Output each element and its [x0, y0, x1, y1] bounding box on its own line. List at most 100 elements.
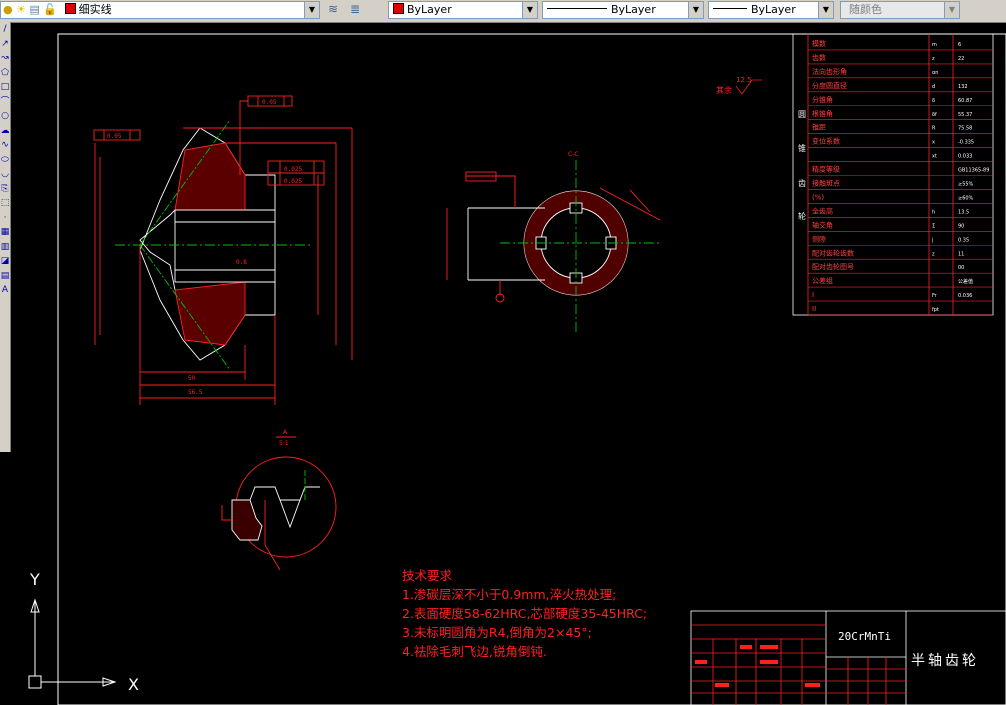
layer-previous-icon[interactable]: ≣ [346, 2, 364, 19]
gear-table-value: 6 [958, 42, 961, 48]
layer-dropdown[interactable]: ● ☀ ▤ 🔓 细实线 ▼ [0, 1, 320, 19]
lock-icon[interactable]: 🔓 [43, 3, 57, 16]
gear-table-symbol: R [932, 126, 936, 132]
gear-table-value: -0.335 [958, 140, 974, 146]
construction-line-icon[interactable]: ↗ [0, 37, 10, 52]
chevron-down-icon[interactable]: ▼ [522, 2, 537, 18]
gear-table-name: I [812, 291, 814, 299]
gear-table-name: 根锥角 [812, 109, 833, 118]
gear-table-name: 侧隙 [812, 234, 826, 243]
svg-text:0.8: 0.8 [236, 259, 247, 266]
tech-req-item-4: 4.祛除毛刺飞边,锐角倒钝. [402, 644, 547, 659]
gear-table-symbol: Σ [932, 223, 935, 229]
region-icon[interactable]: ◪ [0, 254, 10, 269]
polyline-icon[interactable]: ↝ [0, 51, 10, 66]
gear-table-name: 法向齿形角 [812, 67, 847, 76]
title-block: 20CrMnTi 半轴齿轮 [690, 610, 1006, 705]
layer-color-swatch [64, 3, 76, 14]
roughness-value: 12.5 [736, 76, 752, 84]
gear-table-value: 55.37 [958, 112, 972, 118]
hatch-icon[interactable]: ▦ [0, 225, 10, 240]
gear-table-name: 模数 [812, 39, 826, 48]
ellipse-arc-icon[interactable]: ◡ [0, 167, 10, 182]
gradient-icon[interactable]: ▥ [0, 240, 10, 255]
make-layer-current-icon[interactable]: ≋ [324, 2, 342, 19]
part-name: 半轴齿轮 [911, 653, 979, 669]
arc-icon[interactable]: ⌒ [0, 95, 10, 110]
gear-table-name: 公差组 [812, 276, 833, 285]
gear-table-value: 13.5 [958, 209, 969, 215]
lightbulb-icon[interactable]: ● [3, 3, 13, 16]
chevron-down-icon[interactable]: ▼ [944, 2, 959, 18]
linetype-value: ByLayer [611, 3, 656, 16]
layer-name: 细实线 [78, 3, 112, 16]
revision-cloud-icon[interactable]: ☁ [0, 124, 10, 139]
gear-table-name: II [812, 305, 816, 313]
properties-toolbar: ● ☀ ▤ 🔓 细实线 ▼ ≋ ≣ ByLayer ▼ ByLayer ▼ By… [0, 0, 1006, 23]
polygon-icon[interactable]: ⬠ [0, 66, 10, 81]
gear-table-value: ≥55% [958, 182, 974, 188]
linetype-dropdown[interactable]: ByLayer ▼ [542, 1, 704, 19]
circle-icon[interactable]: ○ [0, 109, 10, 124]
chevron-down-icon[interactable]: ▼ [304, 2, 319, 18]
gear-table-symbol: z [932, 251, 935, 257]
gear-table-symbol: fpt [932, 307, 939, 313]
color-dropdown[interactable]: ByLayer ▼ [388, 1, 538, 19]
insert-block-icon[interactable]: ⎘ [0, 182, 10, 197]
tech-req-item-1: 1.渗碳层深不小于0.9mm,淬火热处理; [402, 587, 617, 602]
plotstyle-value: 随颜色 [849, 3, 882, 16]
tech-req-heading: 技术要求 [402, 568, 453, 583]
gear-table-value: 75.58 [958, 126, 972, 132]
draw-toolbar: / ↗ ↝ ⬠ □ ⌒ ○ ☁ ∿ ⬭ ◡ ⎘ ⬚ · ▦ ▥ ◪ ▤ A [0, 22, 11, 452]
color-value: ByLayer [407, 3, 452, 16]
gear-table-value: 00 [958, 265, 964, 271]
svg-text:0.05: 0.05 [262, 99, 277, 106]
gear-table-name: (%) [812, 193, 824, 201]
gear-table-value: 0.033 [958, 154, 972, 160]
gear-table-symbol: z [932, 56, 935, 62]
gear-table-rows: 模数 m 6 齿数 z 22 法向齿形角 αn 分度圆直径 d 132 分锥角 δ 60.87 根锥角 δf 5… [808, 39, 993, 316]
roughness-note: 12.5 其余 [716, 76, 762, 95]
chevron-down-icon[interactable]: ▼ [818, 2, 833, 18]
line-icon[interactable]: / [0, 22, 10, 37]
lineweight-dropdown[interactable]: ByLayer ▼ [708, 1, 834, 19]
gear-table-value: 公差值 [958, 278, 973, 285]
roughness-label: 其余 [716, 85, 732, 95]
plotstyle-dropdown[interactable]: 随颜色 ▼ [840, 1, 960, 19]
svg-text:0.025: 0.025 [284, 166, 302, 173]
linetype-sample [547, 8, 607, 9]
section-detail-a: A 5:1 [221, 429, 337, 571]
ucs-y-label: Y [29, 570, 40, 589]
technical-requirements: 技术要求 1.渗碳层深不小于0.9mm,淬火热处理; 2.表面硬度58-62HR… [402, 566, 647, 661]
gear-section-view: 0.05 0.05 0.025 0.025 50 56.5 0.8 [93, 95, 353, 405]
gear-table-name: 齿数 [812, 53, 826, 62]
gear-table-name: 接触斑点 [812, 179, 840, 188]
ellipse-icon[interactable]: ⬭ [0, 153, 10, 168]
side-label-3: 齿 [798, 179, 806, 188]
gear-table-name: 配对齿轮齿数 [812, 248, 854, 257]
gear-table-symbol: δf [932, 112, 937, 118]
gear-table-name: 精度等级 [812, 165, 840, 174]
ucs-icon: Y X [28, 570, 139, 694]
multiline-text-icon[interactable]: A [0, 283, 10, 298]
side-label-2: 锥 [798, 143, 806, 153]
gear-table-value: 0.036 [958, 293, 972, 299]
gear-table-name: 轴交角 [812, 220, 833, 229]
table-icon[interactable]: ▤ [0, 269, 10, 284]
spline-icon[interactable]: ∿ [0, 138, 10, 153]
tech-req-item-2: 2.表面硬度58-62HRC,芯部硬度35-45HRC; [402, 606, 648, 621]
layers-icon[interactable]: ▤ [29, 3, 39, 16]
section-letter: A [283, 429, 288, 436]
gear-table-symbol: m [932, 42, 937, 48]
color-swatch [393, 3, 404, 14]
make-block-icon[interactable]: ⬚ [0, 196, 10, 211]
gear-table-value: 11 [958, 251, 964, 257]
point-icon[interactable]: · [0, 211, 10, 226]
gear-table-value: GB11365-89 [958, 168, 989, 174]
sun-icon[interactable]: ☀ [16, 3, 26, 16]
chevron-down-icon[interactable]: ▼ [688, 2, 703, 18]
gear-table-symbol: Fr [932, 293, 938, 299]
rectangle-icon[interactable]: □ [0, 80, 10, 95]
side-label-4: 轮 [798, 211, 806, 221]
svg-text:56.5: 56.5 [188, 389, 203, 396]
